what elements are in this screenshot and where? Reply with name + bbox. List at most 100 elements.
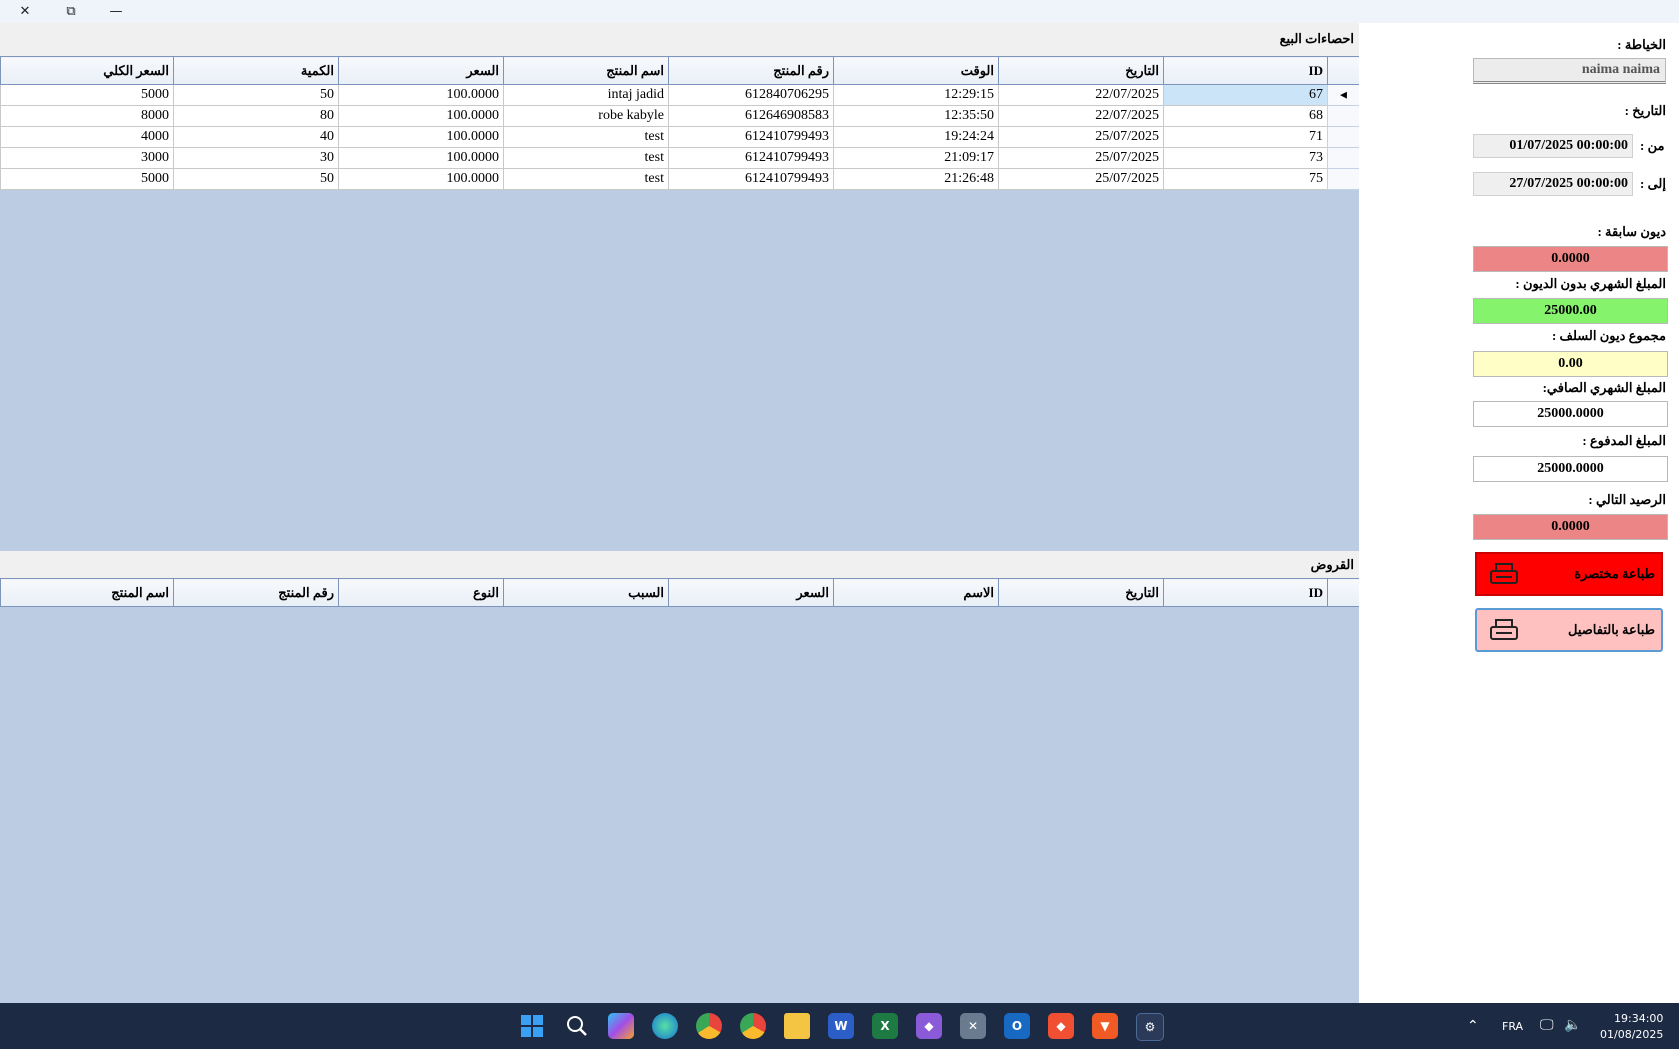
table-cell[interactable]: 612646908583	[668, 105, 834, 127]
table-cell[interactable]: 4000	[0, 126, 174, 148]
column-header-type[interactable]: النوع	[338, 578, 504, 607]
column-header-total-price[interactable]: السعر الكلي	[0, 56, 174, 85]
copilot-icon[interactable]	[608, 1013, 634, 1039]
table-cell[interactable]: 19:24:24	[833, 126, 999, 148]
table-cell[interactable]: 12:29:15	[833, 84, 999, 106]
table-cell[interactable]: 50	[173, 168, 339, 190]
search-icon[interactable]	[564, 1013, 590, 1039]
edge-icon[interactable]	[652, 1013, 678, 1039]
row-selector[interactable]	[1327, 105, 1359, 127]
language-indicator[interactable]: FRA	[1502, 1020, 1523, 1033]
chevron-up-icon[interactable]: ⌃	[1467, 1018, 1479, 1034]
tools-icon[interactable]: ✕	[960, 1013, 986, 1039]
to-date-picker[interactable]: 27/07/2025 00:00:00	[1473, 172, 1633, 196]
column-header-name[interactable]: الاسم	[833, 578, 999, 607]
column-header-date[interactable]: التاريخ	[998, 56, 1164, 85]
column-header-date[interactable]: التاريخ	[998, 578, 1164, 607]
table-cell[interactable]: 8000	[0, 105, 174, 127]
visual-studio-icon[interactable]: ◆	[916, 1013, 942, 1039]
table-cell[interactable]: test	[503, 168, 669, 190]
excel-icon[interactable]: X	[872, 1013, 898, 1039]
app-icon-active[interactable]: ⚙	[1136, 1013, 1164, 1041]
table-cell[interactable]: 75	[1163, 168, 1328, 190]
chrome-icon[interactable]	[696, 1013, 722, 1039]
network-icon[interactable]: 🖵	[1540, 1017, 1554, 1033]
column-header-price[interactable]: السعر	[338, 56, 504, 85]
table-cell[interactable]: 71	[1163, 126, 1328, 148]
file-explorer-icon[interactable]	[784, 1013, 810, 1039]
table-cell[interactable]: test	[503, 126, 669, 148]
table-cell[interactable]: 100.0000	[338, 105, 504, 127]
start-icon[interactable]	[519, 1013, 545, 1039]
sales-grid[interactable]: ID التاريخ الوقت رقم المنتج اسم المنتج ا…	[0, 56, 1359, 551]
table-cell[interactable]: 22/07/2025	[998, 105, 1164, 127]
from-date-picker[interactable]: 01/07/2025 00:00:00	[1473, 134, 1633, 158]
column-header-id[interactable]: ID	[1163, 578, 1328, 607]
table-row[interactable]: 71 25/07/2025 19:24:24 612410799493 test…	[0, 126, 1359, 148]
word-icon[interactable]: W	[828, 1013, 854, 1039]
table-row[interactable]: 73 25/07/2025 21:09:17 612410799493 test…	[0, 147, 1359, 169]
column-header-reason[interactable]: السبب	[503, 578, 669, 607]
table-cell[interactable]: 100.0000	[338, 84, 504, 106]
brave-icon[interactable]: ▼	[1092, 1013, 1118, 1039]
table-cell[interactable]: 100.0000	[338, 126, 504, 148]
loans-grid[interactable]: ID التاريخ الاسم السعر السبب النوع رقم ا…	[0, 578, 1359, 1003]
tailor-label: الخياطة :	[1617, 37, 1666, 52]
table-cell[interactable]: 3000	[0, 147, 174, 169]
chrome-profile-icon[interactable]	[740, 1013, 766, 1039]
row-selector[interactable]	[1327, 168, 1359, 190]
row-selector[interactable]: ◀	[1327, 84, 1359, 106]
anydesk-icon[interactable]: ◆	[1048, 1013, 1074, 1039]
table-cell[interactable]: 40	[173, 126, 339, 148]
table-cell[interactable]: 5000	[0, 84, 174, 106]
table-cell[interactable]: test	[503, 147, 669, 169]
column-header-price[interactable]: السعر	[668, 578, 834, 607]
table-cell[interactable]: 30	[173, 147, 339, 169]
table-cell[interactable]: 22/07/2025	[998, 84, 1164, 106]
column-header-id[interactable]: ID	[1163, 56, 1328, 85]
loans-table: ID التاريخ الاسم السعر السبب النوع رقم ا…	[0, 578, 1359, 607]
table-cell[interactable]: 612410799493	[668, 168, 834, 190]
table-cell[interactable]: 100.0000	[338, 168, 504, 190]
table-cell[interactable]: 5000	[0, 168, 174, 190]
column-header-product-name[interactable]: اسم المنتج	[503, 56, 669, 85]
table-cell[interactable]: 612410799493	[668, 126, 834, 148]
table-cell[interactable]: 25/07/2025	[998, 147, 1164, 169]
table-cell[interactable]: 21:26:48	[833, 168, 999, 190]
print-detail-button[interactable]: طباعة بالتفاصيل	[1475, 608, 1663, 652]
table-row[interactable]: 68 22/07/2025 12:35:50 612646908583 robe…	[0, 105, 1359, 127]
table-cell[interactable]: 612840706295	[668, 84, 834, 106]
table-cell[interactable]: 25/07/2025	[998, 168, 1164, 190]
table-cell[interactable]: 21:09:17	[833, 147, 999, 169]
column-header-product-number[interactable]: رقم المنتج	[173, 578, 339, 607]
minimize-icon[interactable]: —	[94, 0, 138, 22]
column-header-quantity[interactable]: الكمية	[173, 56, 339, 85]
table-cell[interactable]: 67	[1163, 84, 1328, 106]
table-cell[interactable]: 73	[1163, 147, 1328, 169]
table-cell[interactable]: 12:35:50	[833, 105, 999, 127]
table-cell[interactable]: 68	[1163, 105, 1328, 127]
table-row[interactable]: 75 25/07/2025 21:26:48 612410799493 test…	[0, 168, 1359, 190]
clock-date[interactable]: 01/08/2025	[1600, 1028, 1663, 1041]
table-cell[interactable]: 80	[173, 105, 339, 127]
column-header-time[interactable]: الوقت	[833, 56, 999, 85]
table-cell[interactable]: 612410799493	[668, 147, 834, 169]
table-row[interactable]: ◀ 67 22/07/2025 12:29:15 612840706295 in…	[0, 84, 1359, 106]
tailor-field[interactable]: naima naima	[1473, 58, 1666, 84]
print-short-button[interactable]: طباعة مختصرة	[1475, 552, 1663, 596]
close-icon[interactable]: ✕	[3, 0, 47, 22]
table-cell[interactable]: 50	[173, 84, 339, 106]
clock-time[interactable]: 19:34:00	[1614, 1012, 1663, 1025]
column-header-product-number[interactable]: رقم المنتج	[668, 56, 834, 85]
table-cell[interactable]: robe kabyle	[503, 105, 669, 127]
volume-icon[interactable]: 🔈	[1564, 1017, 1581, 1033]
table-cell[interactable]: 25/07/2025	[998, 126, 1164, 148]
column-header-product-name[interactable]: اسم المنتج	[0, 578, 174, 607]
restore-icon[interactable]: ⧉	[49, 0, 93, 22]
outlook-icon[interactable]: O	[1004, 1013, 1030, 1039]
table-cell[interactable]: intaj jadid	[503, 84, 669, 106]
table-cell[interactable]: 100.0000	[338, 147, 504, 169]
row-selector[interactable]	[1327, 147, 1359, 169]
row-selector[interactable]	[1327, 126, 1359, 148]
paid-field[interactable]: 25000.0000	[1473, 456, 1668, 482]
